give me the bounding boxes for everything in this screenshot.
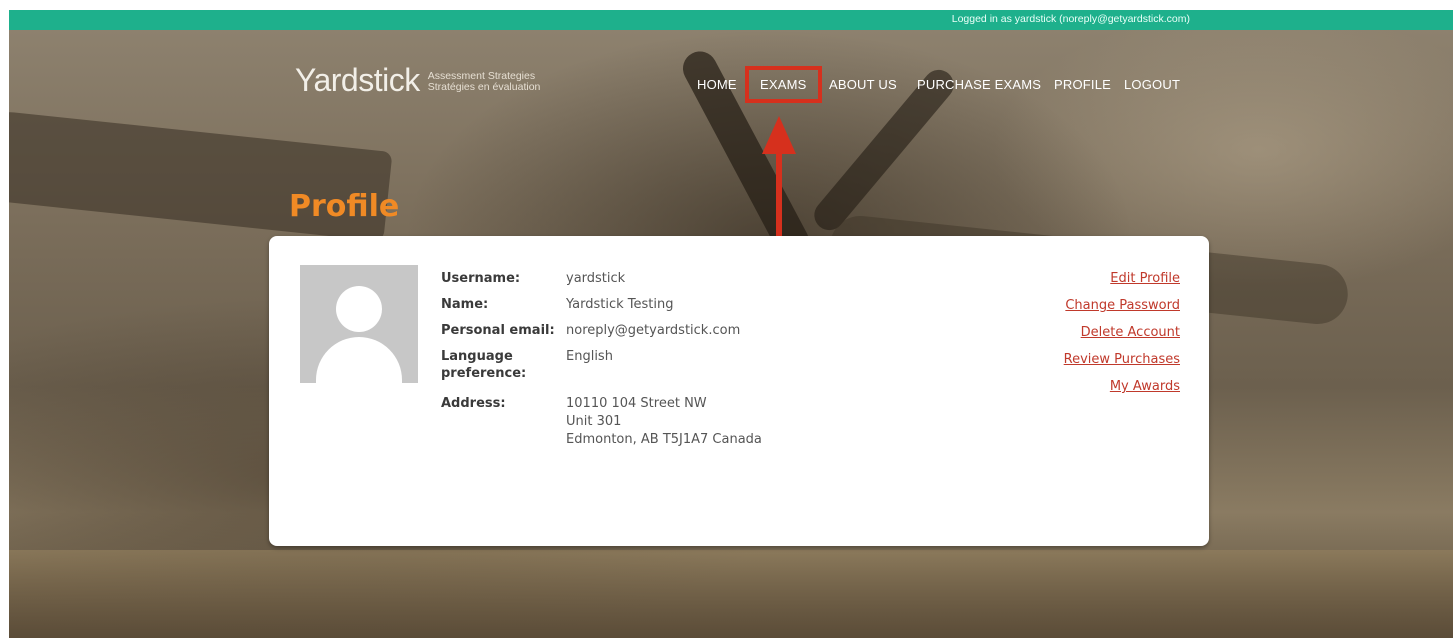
field-value-language: English <box>566 349 613 364</box>
avatar-placeholder-icon <box>336 286 382 332</box>
annotation-highlight-box <box>745 66 822 103</box>
field-value-address-line3: Edmonton, AB T5J1A7 Canada <box>566 432 762 447</box>
field-value-name: Yardstick Testing <box>566 297 674 312</box>
field-value-address-line1: 10110 104 Street NW <box>566 396 707 411</box>
logged-in-status: Logged in as yardstick (noreply@getyards… <box>951 13 1190 25</box>
avatar <box>300 265 418 383</box>
logo-wordmark: Yardstick <box>295 62 420 98</box>
field-label-language: Language preference: <box>441 349 527 381</box>
field-label-address: Address: <box>441 396 506 411</box>
top-status-bar: Logged in as yardstick (noreply@getyards… <box>9 10 1453 30</box>
field-value-address-line2: Unit 301 <box>566 414 622 429</box>
edit-profile-link[interactable]: Edit Profile <box>1064 270 1180 287</box>
field-label-name: Name: <box>441 297 489 312</box>
nav-item-logout[interactable]: LOGOUT <box>1124 77 1180 92</box>
field-value-username: yardstick <box>566 271 626 286</box>
grass-field-shape <box>9 550 1453 638</box>
delete-account-link[interactable]: Delete Account <box>1064 324 1180 341</box>
field-label-username: Username: <box>441 271 521 286</box>
my-awards-link[interactable]: My Awards <box>1064 378 1180 395</box>
field-value-email: noreply@getyardstick.com <box>566 323 741 338</box>
profile-actions: Edit Profile Change Password Delete Acco… <box>1064 270 1180 405</box>
yardstick-logo[interactable]: Yardstick Assessment Strategies Stratégi… <box>295 64 540 96</box>
logo-tagline: Assessment Strategies Stratégies en éval… <box>427 70 541 93</box>
nav-item-home[interactable]: HOME <box>697 77 737 92</box>
nav-item-profile[interactable]: PROFILE <box>1054 77 1111 92</box>
field-label-email: Personal email: <box>441 323 555 338</box>
profile-card: Username: yardstick Name: Yardstick Test… <box>269 236 1209 546</box>
page-title: Profile <box>289 189 400 224</box>
review-purchases-link[interactable]: Review Purchases <box>1064 351 1180 368</box>
nav-item-about-us[interactable]: ABOUT US <box>829 77 897 92</box>
change-password-link[interactable]: Change Password <box>1064 297 1180 314</box>
nav-item-purchase-exams[interactable]: PURCHASE EXAMS <box>917 77 1041 92</box>
